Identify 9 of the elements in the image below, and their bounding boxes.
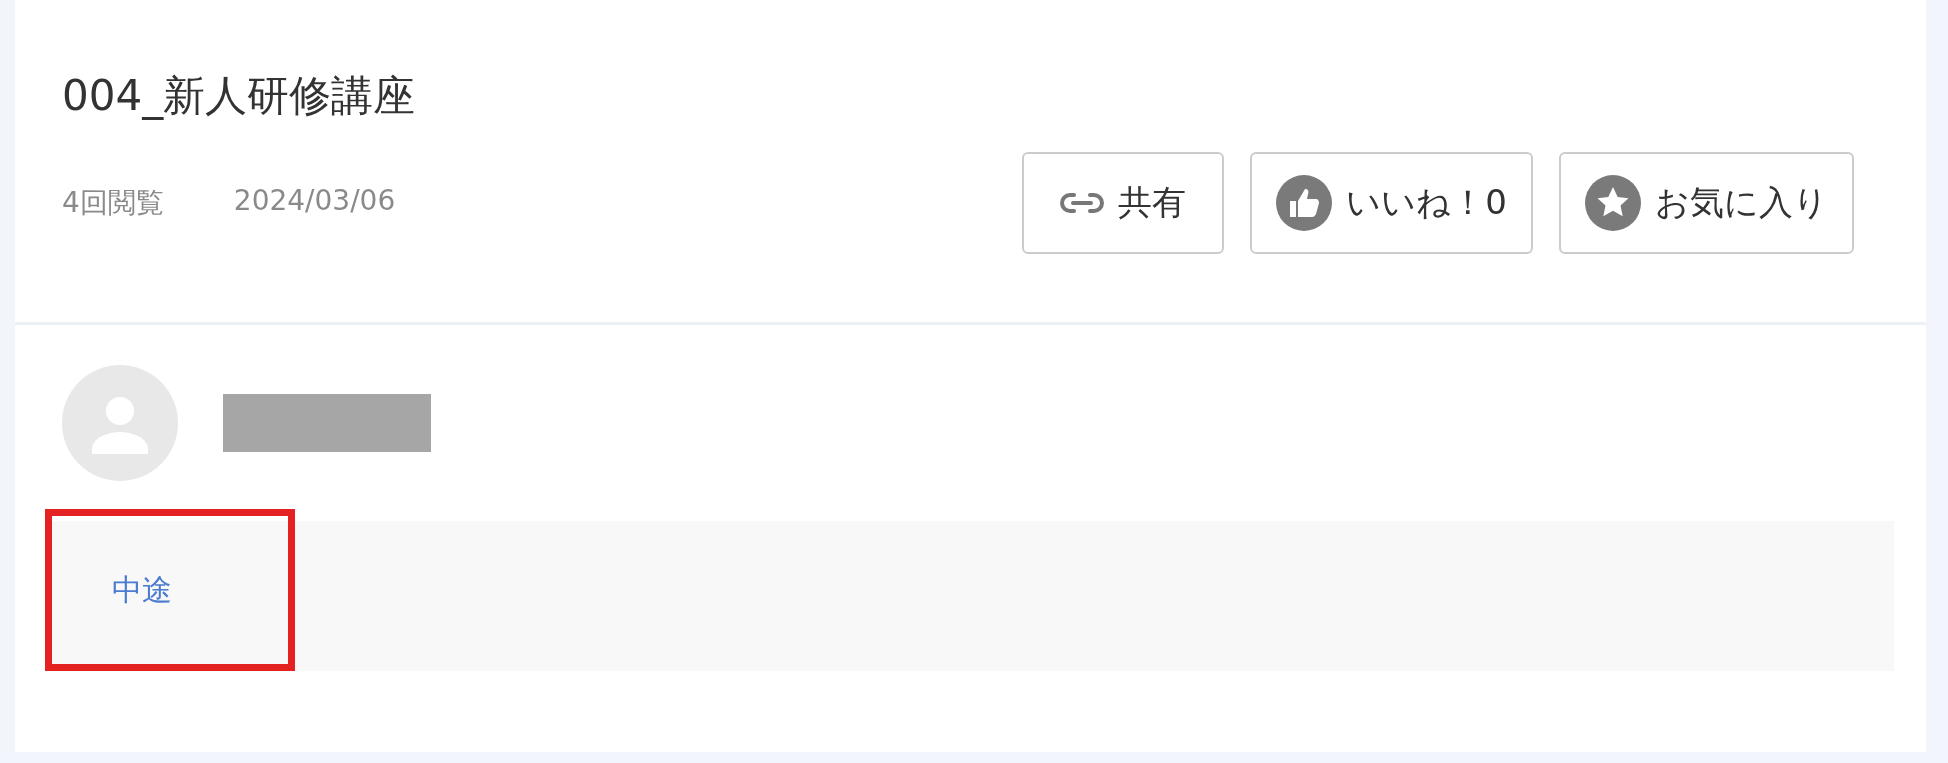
thumbs-up-icon bbox=[1276, 175, 1333, 231]
favorite-button[interactable]: お気に入り bbox=[1559, 152, 1854, 254]
tag-link[interactable]: 中途 bbox=[112, 569, 172, 611]
post-date: 2024/03/06 bbox=[233, 184, 396, 219]
page-title: 004_新人研修講座 bbox=[62, 70, 417, 122]
share-button[interactable]: 共有 bbox=[1022, 152, 1225, 254]
view-count: 4回閲覧 bbox=[62, 185, 164, 221]
like-button[interactable]: いいね！0 bbox=[1250, 152, 1533, 254]
link-icon bbox=[1060, 191, 1105, 215]
